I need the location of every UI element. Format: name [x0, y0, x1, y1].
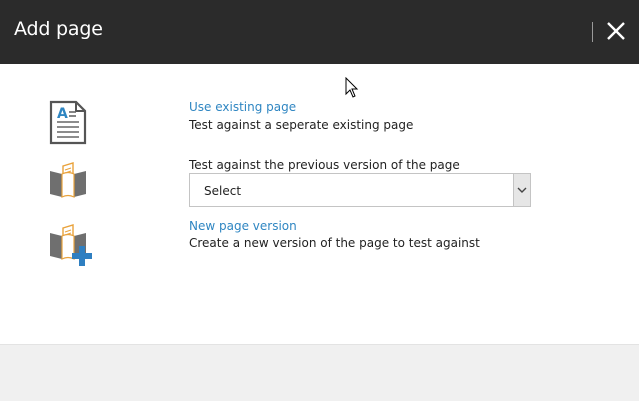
use-existing-page-description: Test against a seperate existing page — [189, 118, 414, 132]
dialog-title: Add page — [14, 18, 103, 40]
dialog-footer — [0, 344, 639, 401]
svg-text:A: A — [57, 106, 68, 122]
document-page-icon: A — [49, 100, 87, 145]
mouse-pointer-icon — [345, 77, 359, 98]
page-version-icon — [50, 162, 86, 198]
close-button[interactable] — [604, 19, 628, 43]
previous-version-select[interactable]: Select — [189, 173, 531, 207]
select-arrow[interactable] — [513, 174, 530, 206]
chevron-down-icon — [517, 187, 527, 193]
new-page-version-description: Create a new version of the page to test… — [189, 236, 480, 250]
previous-version-label: Test against the previous version of the… — [189, 158, 460, 172]
select-value: Select — [204, 184, 242, 198]
new-page-version-icon — [50, 224, 92, 266]
new-page-version-link[interactable]: New page version — [189, 219, 297, 233]
dialog-header: Add page — [0, 0, 639, 64]
close-icon[interactable] — [604, 19, 628, 43]
header-divider — [592, 22, 593, 42]
use-existing-page-link[interactable]: Use existing page — [189, 100, 296, 114]
